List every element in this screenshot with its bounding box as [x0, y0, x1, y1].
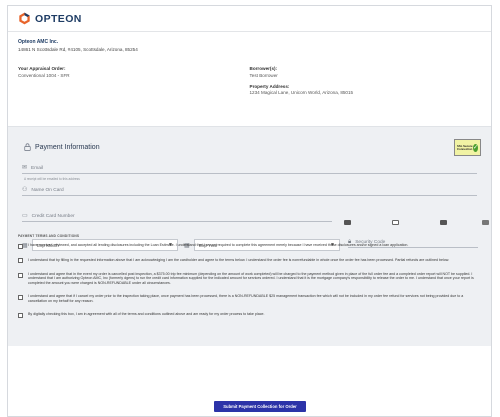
company-name: Opteon AMC Inc. [18, 39, 59, 45]
ssl-badge-text: SSL Secure Connection [457, 143, 473, 151]
terms-section: PAYMENT TERMS AND CONDITIONS I have rece… [18, 234, 483, 318]
name-on-card-placeholder: Name On Card [31, 188, 64, 193]
payment-page: OPTEON Opteon AMC Inc. 14861 N Scottsdal… [7, 5, 492, 417]
term-text: I have received, reviewed, and accepted … [28, 243, 409, 247]
terms-checkbox[interactable] [18, 243, 23, 249]
term-text: I understand that by filling in the requ… [28, 257, 450, 262]
name-on-card-field[interactable]: ⚇ Name On Card [22, 187, 477, 196]
card-brand-icon [344, 220, 351, 225]
opteon-logo-icon [18, 12, 31, 25]
term-item[interactable]: I understand that by filling in the requ… [18, 257, 483, 263]
term-item[interactable]: I understand and agree that if I cancel … [18, 294, 483, 303]
ssl-secure-badge: SSL Secure Connection ✓ [454, 139, 481, 156]
terms-checkbox[interactable] [18, 258, 23, 263]
page-header: OPTEON [8, 6, 491, 32]
appraisal-order-label: Your Appraisal Order: [18, 66, 66, 71]
card-brand-icon [392, 220, 399, 225]
opteon-logo: OPTEON [18, 12, 82, 25]
term-item[interactable]: By digitally checking this box, I am in … [18, 312, 483, 318]
email-field[interactable]: ✉ Email [22, 165, 477, 174]
card-brand-icon [440, 220, 447, 225]
card-number-field[interactable]: ▭ Credit Card Number [22, 213, 332, 222]
envelope-icon: ✉ [22, 165, 28, 171]
borrower-label: Borrower(s): [249, 66, 278, 71]
term-item[interactable]: I have received, reviewed, and accepted … [18, 243, 483, 249]
terms-checkbox[interactable] [18, 294, 23, 300]
payment-title: Payment Information [35, 143, 100, 151]
property-address-label: Property Address: [249, 83, 290, 89]
order-column-right: Borrower(s): Test Borrower Property Addr… [250, 66, 482, 95]
appraisal-order-value: Conventional 1004 - SFR [18, 72, 70, 78]
logo-text: OPTEON [35, 12, 82, 25]
card-brand-icon [482, 220, 489, 225]
terms-checkbox[interactable] [18, 272, 23, 278]
user-icon: ⚇ [22, 187, 28, 193]
lock-icon [24, 143, 31, 151]
order-summary: Your Appraisal Order: Conventional 1004 … [8, 52, 491, 95]
email-hint: A receipt will be emailed to this addres… [24, 177, 80, 181]
payment-heading: Payment Information [24, 143, 100, 151]
credit-card-icon: ▭ [22, 213, 28, 219]
term-text: I understand and agree that in the event… [28, 272, 474, 285]
terms-checkbox[interactable] [18, 312, 23, 318]
card-number-placeholder: Credit Card Number [31, 214, 75, 219]
terms-heading: PAYMENT TERMS AND CONDITIONS [18, 234, 80, 238]
term-text: By digitally checking this box, I am in … [28, 312, 265, 317]
email-placeholder: Email [31, 166, 44, 171]
check-icon: ✓ [472, 143, 478, 152]
company-info: Opteon AMC Inc. 14861 N Scottsdale Rd, #… [8, 32, 491, 52]
term-item[interactable]: I understand and agree that in the event… [18, 272, 483, 285]
order-column-left: Your Appraisal Order: Conventional 1004 … [18, 66, 250, 95]
property-address-value: 1234 Magical Lane, Unicorn World, Arizon… [249, 90, 354, 95]
term-text: I understand and agree that if I cancel … [28, 294, 464, 303]
borrower-value: Test Borrower [249, 72, 278, 78]
submit-payment-button[interactable]: Submit Payment Collection for Order [214, 401, 306, 412]
